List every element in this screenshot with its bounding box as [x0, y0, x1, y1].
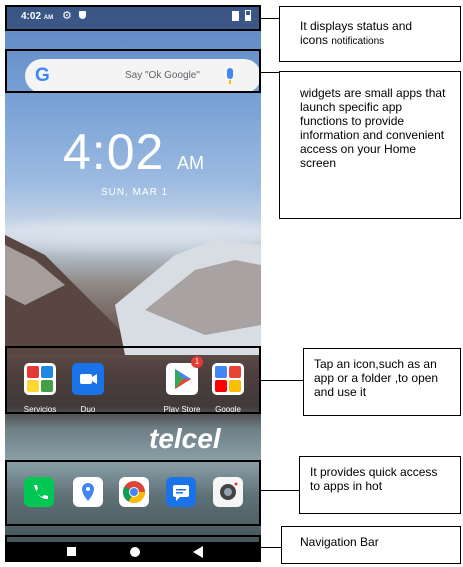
navbar-highlight	[5, 535, 261, 560]
widget-highlight	[5, 49, 261, 93]
callout-status-line1: It displays status and	[300, 19, 413, 33]
wallpaper-mountains	[5, 235, 261, 355]
callout-status: It displays status and icons notificatio…	[279, 6, 461, 62]
apps-highlight	[5, 346, 261, 414]
leader-line	[261, 380, 303, 381]
callout-status-line2: icons notifications	[300, 33, 385, 47]
status-bar-highlight	[5, 5, 261, 31]
callout-apps: Tap an icon,such as an app or a folder ,…	[303, 348, 461, 416]
callout-dock: It provides quick access to apps in hot	[299, 456, 461, 514]
clock-time[interactable]: 4:02	[63, 123, 164, 181]
carrier-logo: telcel	[149, 423, 221, 454]
callout-nav: Navigation Bar	[281, 526, 461, 564]
clock-ampm: AM	[177, 153, 204, 173]
leader-line	[261, 72, 279, 73]
leader-line	[261, 490, 299, 491]
callout-widgets: widgets are small apps that launch speci…	[279, 71, 461, 219]
leader-line	[261, 18, 279, 19]
leader-line	[261, 547, 281, 548]
clock-date: SUN, MAR 1	[101, 187, 169, 198]
dock-highlight	[5, 460, 261, 526]
